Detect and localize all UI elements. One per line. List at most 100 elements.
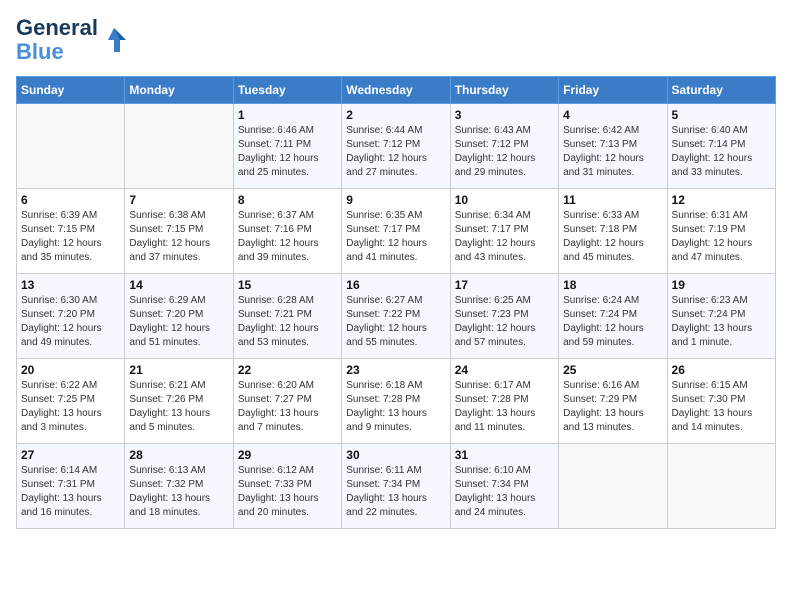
day-detail: Sunrise: 6:29 AM Sunset: 7:20 PM Dayligh… bbox=[129, 294, 228, 350]
day-number: 23 bbox=[346, 363, 445, 377]
day-detail: Sunrise: 6:17 AM Sunset: 7:28 PM Dayligh… bbox=[455, 379, 554, 435]
calendar-cell: 6Sunrise: 6:39 AM Sunset: 7:15 PM Daylig… bbox=[17, 189, 125, 274]
day-detail: Sunrise: 6:46 AM Sunset: 7:11 PM Dayligh… bbox=[238, 124, 337, 180]
calendar-cell: 5 Sunrise: 6:40 AM Sunset: 7:14 PM Daylig… bbox=[667, 104, 775, 189]
calendar-cell: 3 Sunrise: 6:43 AM Sunset: 7:12 PM Daylig… bbox=[450, 104, 558, 189]
calendar-cell: 14 Sunrise: 6:29 AM Sunset: 7:20 PM Dayli… bbox=[125, 274, 233, 359]
day-detail: Sunrise: 6:28 AM Sunset: 7:21 PM Dayligh… bbox=[238, 294, 337, 350]
calendar-cell: 7Sunrise: 6:38 AM Sunset: 7:15 PM Daylig… bbox=[125, 189, 233, 274]
day-number: 21 bbox=[129, 363, 228, 377]
day-number: 1 bbox=[238, 108, 337, 122]
day-detail: Sunrise: 6:43 AM Sunset: 7:12 PM Dayligh… bbox=[455, 124, 554, 180]
calendar-week-1: 1 Sunrise: 6:46 AM Sunset: 7:11 PM Daylig… bbox=[17, 104, 776, 189]
day-detail: Sunrise: 6:33 AM Sunset: 7:18 PM Dayligh… bbox=[563, 209, 662, 265]
calendar-week-2: 6Sunrise: 6:39 AM Sunset: 7:15 PM Daylig… bbox=[17, 189, 776, 274]
day-detail: Sunrise: 6:21 AM Sunset: 7:26 PM Dayligh… bbox=[129, 379, 228, 435]
logo-icon bbox=[100, 26, 128, 54]
day-detail: Sunrise: 6:14 AM Sunset: 7:31 PM Dayligh… bbox=[21, 464, 120, 520]
calendar-cell bbox=[17, 104, 125, 189]
calendar-cell: 21 Sunrise: 6:21 AM Sunset: 7:26 PM Dayli… bbox=[125, 359, 233, 444]
weekday-header-thursday: Thursday bbox=[450, 77, 558, 104]
day-number: 28 bbox=[129, 448, 228, 462]
day-number: 16 bbox=[346, 278, 445, 292]
calendar-cell: 4Sunrise: 6:42 AM Sunset: 7:13 PM Daylig… bbox=[559, 104, 667, 189]
day-number: 18 bbox=[563, 278, 662, 292]
calendar-body: 1 Sunrise: 6:46 AM Sunset: 7:11 PM Daylig… bbox=[17, 104, 776, 529]
weekday-header-sunday: Sunday bbox=[17, 77, 125, 104]
calendar-cell: 29Sunrise: 6:12 AM Sunset: 7:33 PM Dayli… bbox=[233, 444, 341, 529]
calendar-cell: 31Sunrise: 6:10 AM Sunset: 7:34 PM Dayli… bbox=[450, 444, 558, 529]
calendar-cell: 19 Sunrise: 6:23 AM Sunset: 7:24 PM Dayli… bbox=[667, 274, 775, 359]
day-detail: Sunrise: 6:13 AM Sunset: 7:32 PM Dayligh… bbox=[129, 464, 228, 520]
day-number: 10 bbox=[455, 193, 554, 207]
calendar-cell: 28 Sunrise: 6:13 AM Sunset: 7:32 PM Dayli… bbox=[125, 444, 233, 529]
calendar-cell: 24 Sunrise: 6:17 AM Sunset: 7:28 PM Dayli… bbox=[450, 359, 558, 444]
day-number: 29 bbox=[238, 448, 337, 462]
day-number: 13 bbox=[21, 278, 120, 292]
day-detail: Sunrise: 6:34 AM Sunset: 7:17 PM Dayligh… bbox=[455, 209, 554, 265]
calendar-table: SundayMondayTuesdayWednesdayThursdayFrid… bbox=[16, 76, 776, 529]
calendar-cell: 1 Sunrise: 6:46 AM Sunset: 7:11 PM Daylig… bbox=[233, 104, 341, 189]
calendar-cell: 30 Sunrise: 6:11 AM Sunset: 7:34 PM Dayli… bbox=[342, 444, 450, 529]
weekday-header-wednesday: Wednesday bbox=[342, 77, 450, 104]
day-detail: Sunrise: 6:35 AM Sunset: 7:17 PM Dayligh… bbox=[346, 209, 445, 265]
weekday-header-monday: Monday bbox=[125, 77, 233, 104]
weekday-header-friday: Friday bbox=[559, 77, 667, 104]
day-number: 24 bbox=[455, 363, 554, 377]
calendar-week-3: 13Sunrise: 6:30 AM Sunset: 7:20 PM Dayli… bbox=[17, 274, 776, 359]
day-detail: Sunrise: 6:38 AM Sunset: 7:15 PM Dayligh… bbox=[129, 209, 228, 265]
calendar-cell: 8Sunrise: 6:37 AM Sunset: 7:16 PM Daylig… bbox=[233, 189, 341, 274]
weekday-header-row: SundayMondayTuesdayWednesdayThursdayFrid… bbox=[17, 77, 776, 104]
day-detail: Sunrise: 6:25 AM Sunset: 7:23 PM Dayligh… bbox=[455, 294, 554, 350]
day-number: 12 bbox=[672, 193, 771, 207]
calendar-cell: 26 Sunrise: 6:15 AM Sunset: 7:30 PM Dayli… bbox=[667, 359, 775, 444]
day-number: 5 bbox=[672, 108, 771, 122]
page-header: GeneralBlue bbox=[16, 16, 776, 64]
day-detail: Sunrise: 6:15 AM Sunset: 7:30 PM Dayligh… bbox=[672, 379, 771, 435]
calendar-cell: 12 Sunrise: 6:31 AM Sunset: 7:19 PM Dayli… bbox=[667, 189, 775, 274]
calendar-cell: 27 Sunrise: 6:14 AM Sunset: 7:31 PM Dayli… bbox=[17, 444, 125, 529]
day-detail: Sunrise: 6:27 AM Sunset: 7:22 PM Dayligh… bbox=[346, 294, 445, 350]
day-detail: Sunrise: 6:40 AM Sunset: 7:14 PM Dayligh… bbox=[672, 124, 771, 180]
day-number: 25 bbox=[563, 363, 662, 377]
day-detail: Sunrise: 6:23 AM Sunset: 7:24 PM Dayligh… bbox=[672, 294, 771, 350]
day-detail: Sunrise: 6:39 AM Sunset: 7:15 PM Dayligh… bbox=[21, 209, 120, 265]
day-detail: Sunrise: 6:16 AM Sunset: 7:29 PM Dayligh… bbox=[563, 379, 662, 435]
day-number: 11 bbox=[563, 193, 662, 207]
day-detail: Sunrise: 6:20 AM Sunset: 7:27 PM Dayligh… bbox=[238, 379, 337, 435]
calendar-cell: 25 Sunrise: 6:16 AM Sunset: 7:29 PM Dayli… bbox=[559, 359, 667, 444]
day-number: 14 bbox=[129, 278, 228, 292]
day-number: 17 bbox=[455, 278, 554, 292]
day-number: 26 bbox=[672, 363, 771, 377]
calendar-header: SundayMondayTuesdayWednesdayThursdayFrid… bbox=[17, 77, 776, 104]
day-detail: Sunrise: 6:22 AM Sunset: 7:25 PM Dayligh… bbox=[21, 379, 120, 435]
day-number: 15 bbox=[238, 278, 337, 292]
day-number: 9 bbox=[346, 193, 445, 207]
day-number: 30 bbox=[346, 448, 445, 462]
day-number: 20 bbox=[21, 363, 120, 377]
day-number: 3 bbox=[455, 108, 554, 122]
calendar-cell: 15 Sunrise: 6:28 AM Sunset: 7:21 PM Dayli… bbox=[233, 274, 341, 359]
calendar-cell bbox=[559, 444, 667, 529]
day-detail: Sunrise: 6:31 AM Sunset: 7:19 PM Dayligh… bbox=[672, 209, 771, 265]
calendar-cell: 11 Sunrise: 6:33 AM Sunset: 7:18 PM Dayli… bbox=[559, 189, 667, 274]
day-detail: Sunrise: 6:44 AM Sunset: 7:12 PM Dayligh… bbox=[346, 124, 445, 180]
weekday-header-saturday: Saturday bbox=[667, 77, 775, 104]
calendar-cell: 17 Sunrise: 6:25 AM Sunset: 7:23 PM Dayli… bbox=[450, 274, 558, 359]
day-number: 27 bbox=[21, 448, 120, 462]
calendar-cell: 9 Sunrise: 6:35 AM Sunset: 7:17 PM Daylig… bbox=[342, 189, 450, 274]
day-number: 4 bbox=[563, 108, 662, 122]
calendar-cell: 23Sunrise: 6:18 AM Sunset: 7:28 PM Dayli… bbox=[342, 359, 450, 444]
day-detail: Sunrise: 6:10 AM Sunset: 7:34 PM Dayligh… bbox=[455, 464, 554, 520]
weekday-header-tuesday: Tuesday bbox=[233, 77, 341, 104]
day-detail: Sunrise: 6:24 AM Sunset: 7:24 PM Dayligh… bbox=[563, 294, 662, 350]
day-detail: Sunrise: 6:11 AM Sunset: 7:34 PM Dayligh… bbox=[346, 464, 445, 520]
logo-text: GeneralBlue bbox=[16, 16, 98, 64]
calendar-cell: 22 Sunrise: 6:20 AM Sunset: 7:27 PM Dayli… bbox=[233, 359, 341, 444]
calendar-cell: 16 Sunrise: 6:27 AM Sunset: 7:22 PM Dayli… bbox=[342, 274, 450, 359]
calendar-week-4: 20 Sunrise: 6:22 AM Sunset: 7:25 PM Dayli… bbox=[17, 359, 776, 444]
calendar-cell: 20 Sunrise: 6:22 AM Sunset: 7:25 PM Dayli… bbox=[17, 359, 125, 444]
calendar-cell bbox=[667, 444, 775, 529]
day-number: 22 bbox=[238, 363, 337, 377]
day-number: 19 bbox=[672, 278, 771, 292]
